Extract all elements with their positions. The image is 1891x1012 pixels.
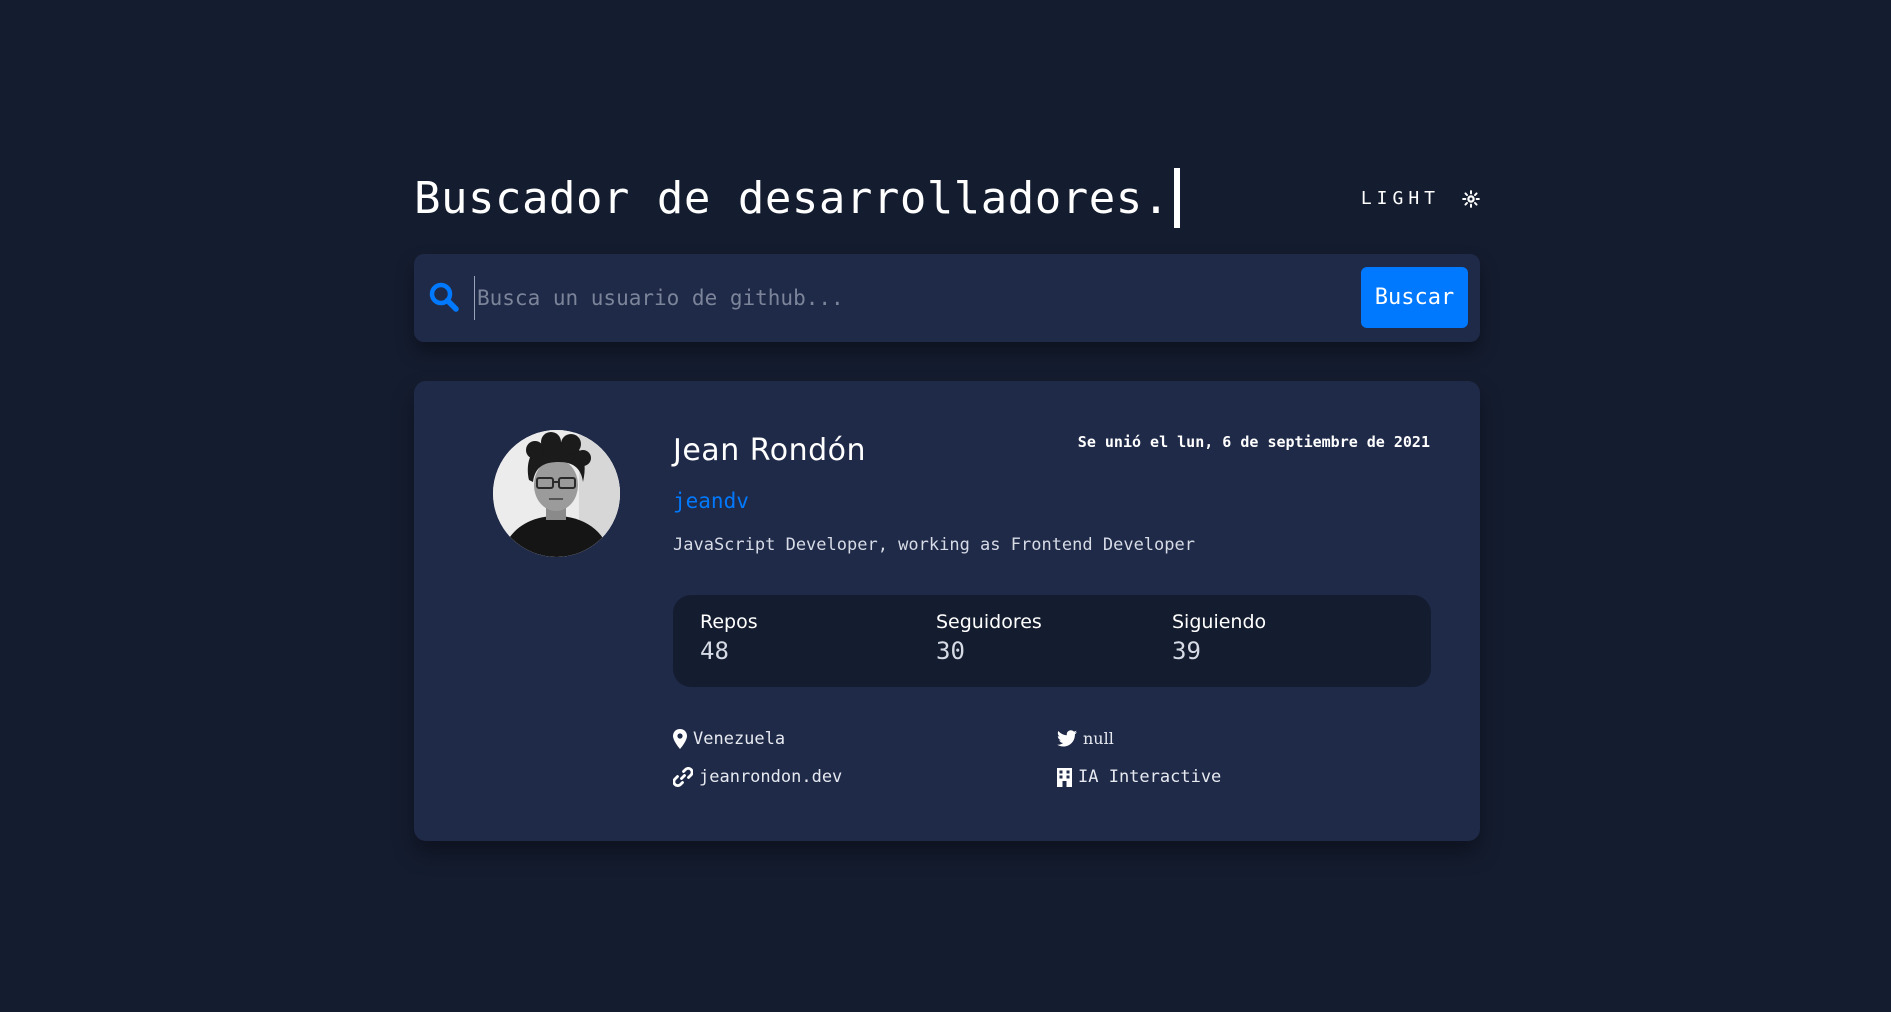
page-title: Buscador de desarrolladores. — [414, 172, 1170, 224]
blog-link[interactable]: jeanrondon.dev — [699, 767, 842, 787]
search-bar: Buscar — [414, 254, 1480, 342]
avatar — [493, 430, 620, 557]
building-icon — [1057, 767, 1072, 787]
stat-value: 48 — [700, 637, 729, 665]
stat-label: Repos — [700, 611, 758, 633]
location-row: Venezuela — [673, 729, 785, 749]
blog-row[interactable]: jeanrondon.dev — [673, 767, 842, 787]
stat-label: Siguiendo — [1172, 611, 1267, 633]
sun-icon — [1462, 189, 1480, 208]
title-row: Buscador de desarrolladores. — [414, 168, 1180, 228]
location-text: Venezuela — [693, 729, 786, 749]
stat-value: 39 — [1172, 637, 1201, 665]
stats-panel: Repos 48 Seguidores 30 Siguiendo 39 — [673, 595, 1431, 687]
theme-toggle-label: LIGHT — [1360, 188, 1440, 209]
twitter-row: null — [1057, 729, 1114, 748]
app-container: Buscador de desarrolladores. LIGHT Busca… — [414, 150, 1480, 841]
search-button[interactable]: Buscar — [1361, 267, 1468, 328]
stat-repos: Repos 48 — [700, 611, 758, 665]
stat-following: Siguiendo 39 — [1172, 611, 1266, 665]
company-row: IA Interactive — [1057, 767, 1221, 787]
profile-card: Jean Rondón Se unió el lun, 6 de septiem… — [414, 381, 1480, 841]
typing-caret — [1173, 168, 1180, 228]
twitter-text: null — [1083, 729, 1114, 748]
stat-label: Seguidores — [936, 611, 1042, 633]
search-icon — [428, 281, 460, 313]
profile-bio: JavaScript Developer, working as Fronten… — [673, 535, 1195, 555]
header: Buscador de desarrolladores. LIGHT Busca… — [414, 150, 1480, 342]
stat-followers: Seguidores 30 — [936, 611, 1042, 665]
stat-value: 30 — [936, 637, 965, 665]
search-input[interactable] — [474, 276, 1347, 320]
company-text: IA Interactive — [1078, 767, 1222, 787]
joined-date: Se unió el lun, 6 de septiembre de 2021 — [1077, 433, 1430, 451]
profile-login-link[interactable]: jeandv — [673, 489, 749, 513]
twitter-icon — [1057, 730, 1077, 747]
theme-toggle-button[interactable]: LIGHT — [1361, 188, 1480, 209]
profile-name: Jean Rondón — [673, 433, 867, 468]
map-pin-icon — [673, 729, 687, 749]
link-icon — [673, 767, 693, 787]
